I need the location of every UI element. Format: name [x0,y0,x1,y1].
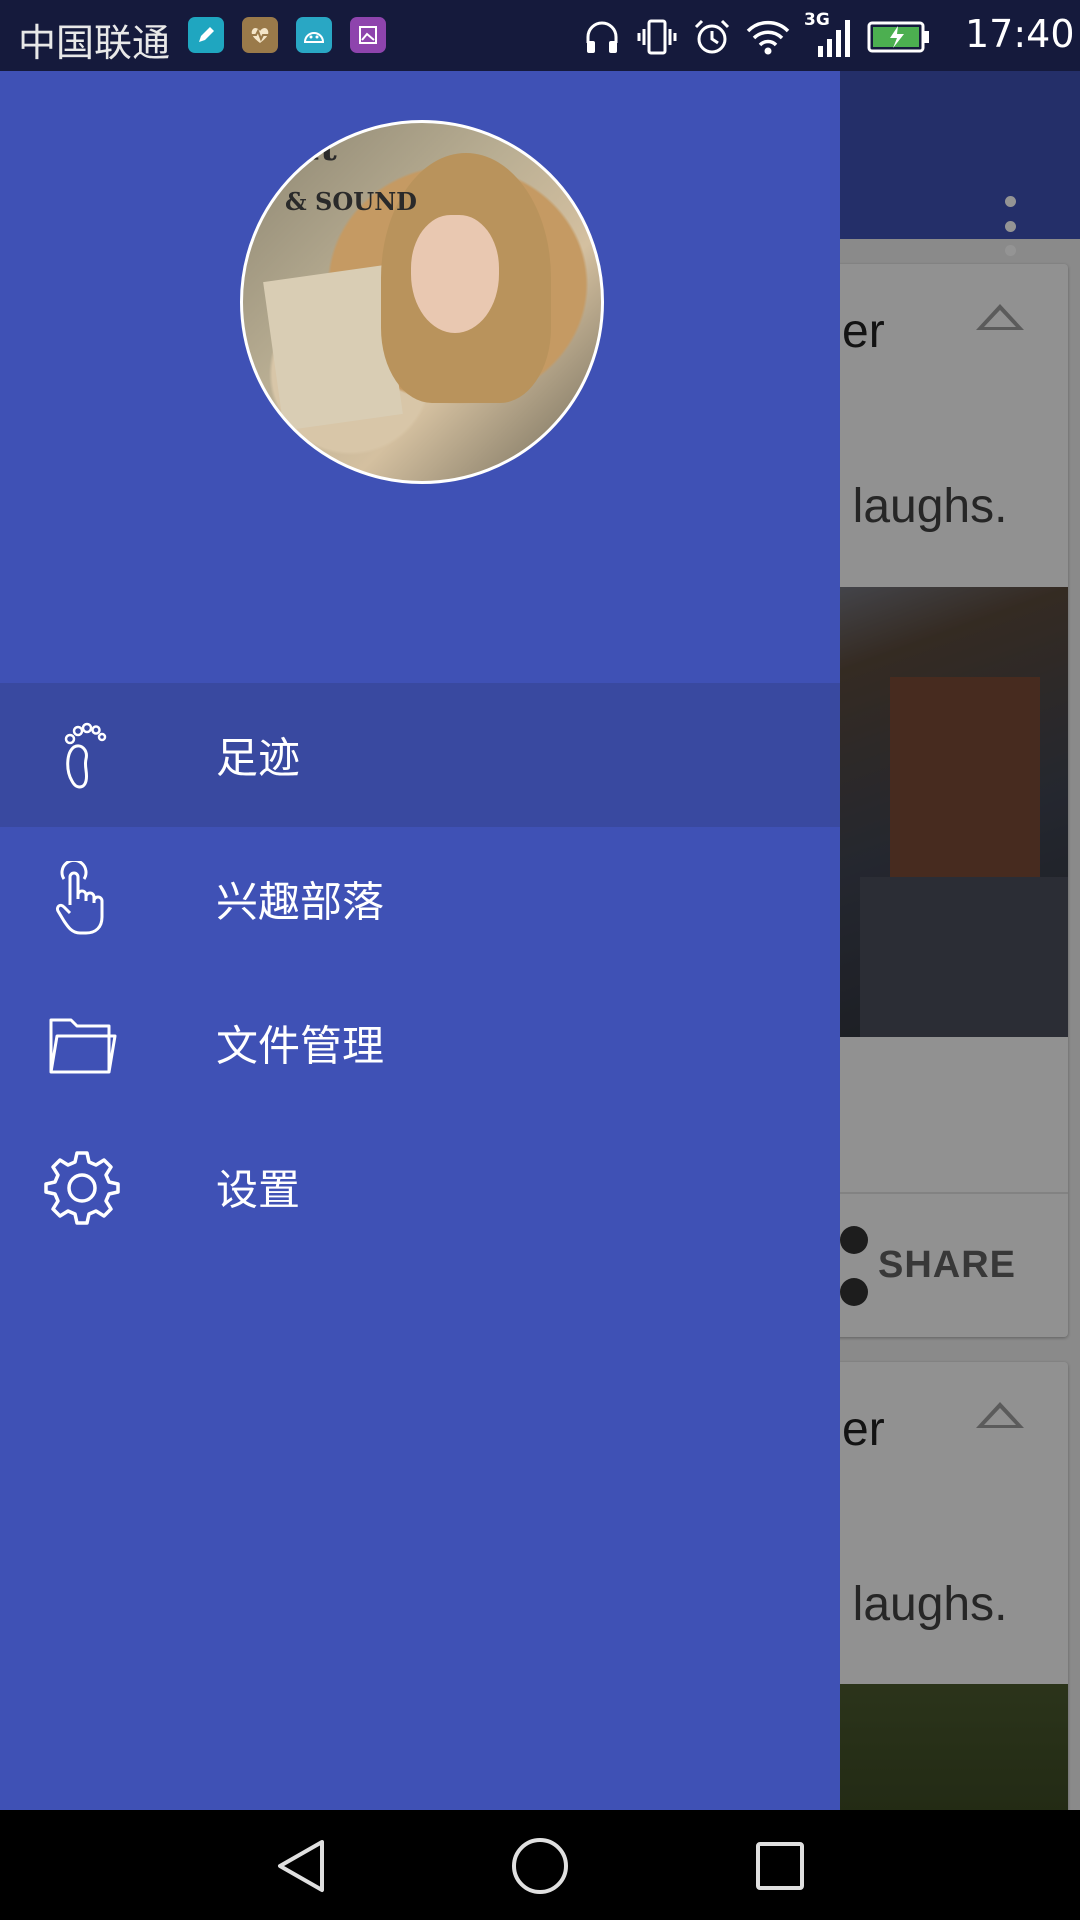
system-nav-bar [0,1810,1080,1920]
avatar-text: ift [291,127,337,169]
home-icon [512,1838,568,1894]
avatar-text: & SOUND [285,187,417,216]
menu-item-label: 设置 [216,1165,301,1215]
menu-item-footprint[interactable]: 足迹 [0,683,840,827]
menu-item-label: 文件管理 [216,1021,385,1071]
back-button[interactable] [270,1836,330,1896]
pen-app-icon [188,17,224,53]
menu-item-label: 足迹 [216,733,301,783]
gallery-app-icon [350,17,386,53]
status-bar: 中国联通 3G 17:40 [0,0,1080,71]
battery-charging-icon [867,21,929,53]
gear-icon [44,1149,120,1225]
system-icons: 3G [582,10,932,60]
health-app-icon [242,17,278,53]
user-avatar[interactable]: ift & SOUND [240,120,604,484]
folder-icon [44,1005,120,1081]
android-app-icon [296,17,332,53]
notification-icons [188,17,386,53]
menu-item-settings[interactable]: 设置 [0,1115,840,1259]
alarm-icon [694,19,730,54]
clock: 17:40 [965,12,1075,56]
carrier-label: 中国联通 [18,21,171,65]
vibrate-icon [637,19,677,55]
menu-item-interest-tribe[interactable]: 兴趣部落 [0,827,840,971]
recents-button[interactable] [750,1836,810,1896]
home-button[interactable] [510,1836,570,1896]
menu-item-file-manager[interactable]: 文件管理 [0,971,840,1115]
touch-hand-icon [44,861,120,937]
navigation-drawer: ift & SOUND 足迹 兴趣部落 文件管理 设置 [0,71,840,1810]
drawer-menu: 足迹 兴趣部落 文件管理 设置 [0,683,840,1259]
recents-icon [756,1842,804,1890]
headphones-icon [586,21,618,53]
menu-item-label: 兴趣部落 [216,877,385,927]
avatar-face [411,215,499,333]
signal-icon: 3G [804,10,852,60]
footprint-icon [44,717,120,793]
back-icon [278,1840,324,1892]
wifi-icon [746,20,790,55]
